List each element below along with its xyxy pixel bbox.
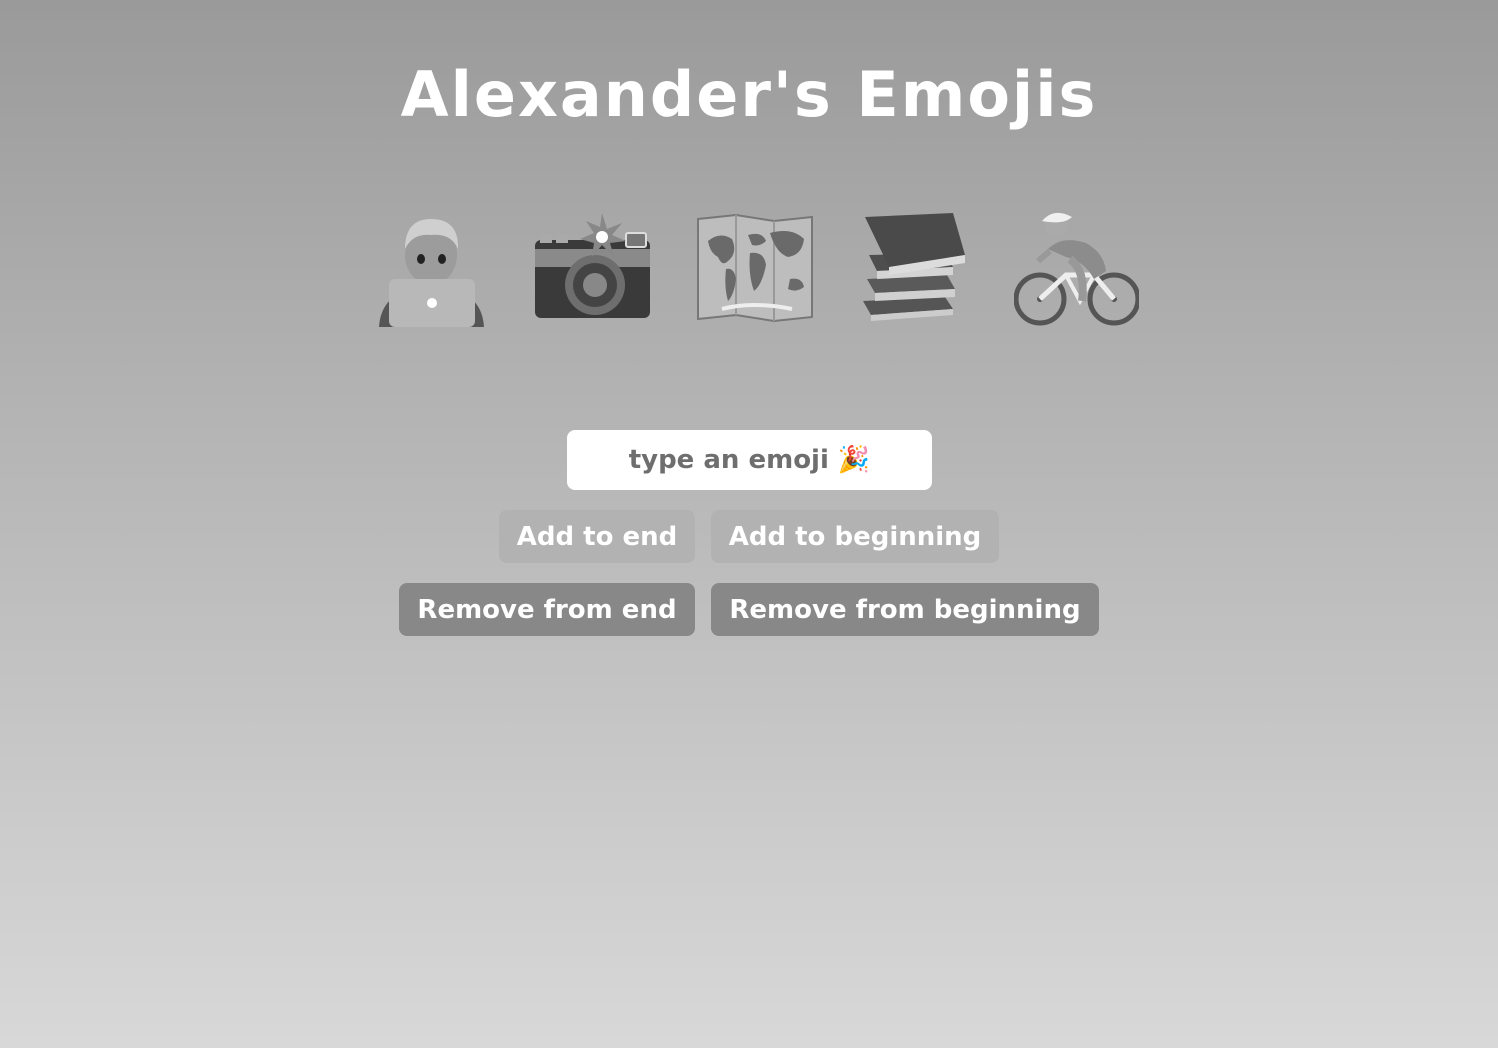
emoji-input[interactable]	[567, 429, 932, 491]
remove-from-beginning-button[interactable]: Remove from beginning	[711, 583, 1099, 636]
emoji-item	[1014, 205, 1139, 330]
add-to-end-button[interactable]: Add to end	[499, 510, 695, 563]
emoji-item	[530, 205, 655, 330]
emoji-item	[692, 205, 817, 330]
emoji-input-wrapper	[567, 429, 932, 491]
books-icon	[862, 213, 965, 321]
technologist-icon	[379, 219, 484, 327]
person-biking-icon	[1014, 212, 1139, 326]
add-to-beginning-button[interactable]: Add to beginning	[711, 510, 999, 563]
emoji-item	[853, 205, 978, 330]
emoji-list	[369, 205, 1139, 330]
remove-from-end-button[interactable]: Remove from end	[399, 583, 695, 636]
camera-with-flash-icon	[535, 213, 651, 318]
emoji-item	[369, 205, 494, 330]
world-map-icon	[696, 213, 813, 323]
page-title: Alexander's Emojis	[400, 58, 1098, 131]
